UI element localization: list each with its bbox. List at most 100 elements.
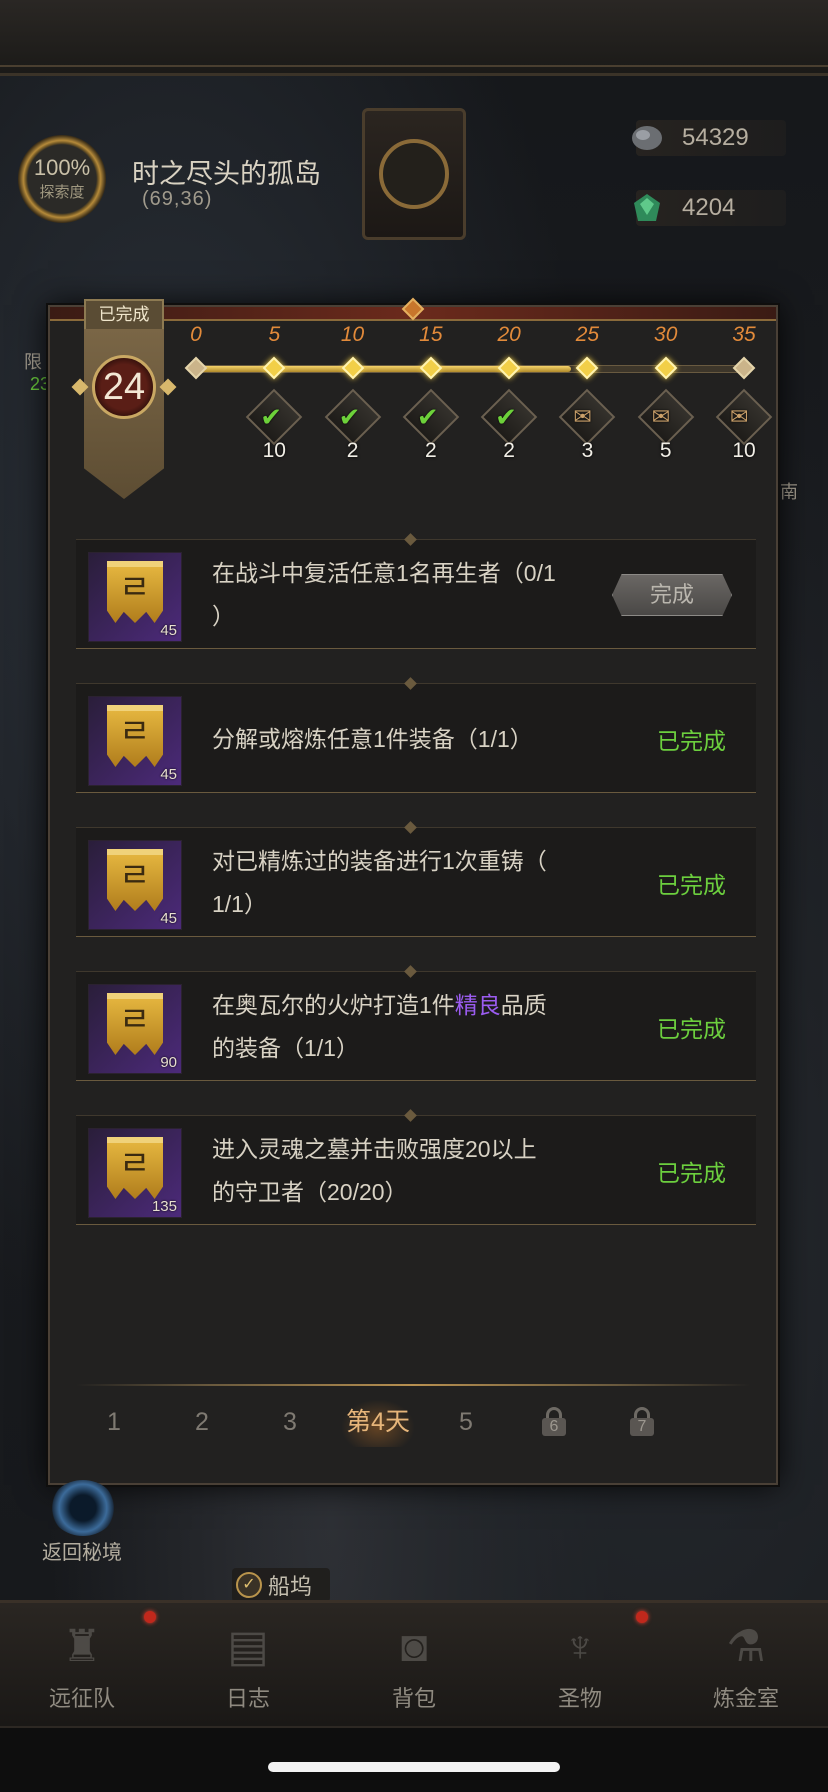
- tab-day-5[interactable]: 5: [426, 1397, 506, 1447]
- task-text-line2: 的守卫者（20/20）: [212, 1179, 408, 1205]
- task-text-line1-end: 品质: [500, 992, 547, 1018]
- task-row: ㄹ 45 对已精炼过的装备进行1次重铸（ 1/1） 已完成: [76, 827, 756, 937]
- reward-count: 5: [659, 439, 672, 462]
- nav-label: 日志: [225, 1686, 270, 1711]
- relic-icon: ♆: [563, 1622, 597, 1671]
- claimed-check-icon: ✔: [495, 402, 517, 432]
- task-text-line1: 对已精炼过的装备进行1次重铸（: [212, 848, 547, 874]
- reward-count: 2: [425, 439, 437, 462]
- rune-icon: ㄹ: [119, 1145, 151, 1183]
- return-portal-label[interactable]: 返回秘境: [42, 1536, 122, 1565]
- nav-alchemy[interactable]: ⚗ 炼金室: [676, 1619, 816, 1719]
- portal-icon[interactable]: [50, 1480, 116, 1536]
- reward-count: 10: [262, 439, 286, 462]
- notification-dot: [144, 1611, 156, 1623]
- task-points: 45: [160, 622, 177, 639]
- nav-label: 圣物: [557, 1686, 602, 1711]
- progress-node: [419, 356, 443, 380]
- claimed-check-icon: ✔: [260, 402, 283, 432]
- task-reward-icon: ㄹ 45: [88, 840, 182, 930]
- side-label-left: 限: [24, 352, 42, 372]
- ore-icon: [632, 126, 662, 150]
- milestone-reward[interactable]: ✉ 5: [637, 388, 694, 463]
- milestone-reward[interactable]: ✉ 3: [559, 388, 616, 463]
- ore-amount: 54329: [682, 124, 749, 151]
- map-title: 时之尽头的孤岛: [132, 159, 321, 189]
- quality-highlight: 精良: [454, 992, 501, 1018]
- dock-button[interactable]: ✓ 船坞: [232, 1568, 331, 1602]
- journal-icon: ▤: [227, 1622, 269, 1671]
- task-status: 已完成: [657, 728, 726, 754]
- claimed-check-icon: ✔: [338, 402, 361, 432]
- milestone-reward[interactable]: ✔ 2: [480, 388, 538, 463]
- progress-node: [576, 356, 599, 380]
- task-status: 已完成: [657, 1160, 726, 1186]
- tab-day-3[interactable]: 3: [250, 1397, 330, 1447]
- progress-tick-label: 30: [654, 323, 678, 346]
- task-row: ㄹ 90 在奥瓦尔的火炉打造1件精良品质 的装备（1/1） 已完成: [76, 971, 756, 1081]
- task-description: 进入灵魂之墓并击败强度20以上 的守卫者（20/20）: [212, 1116, 592, 1226]
- task-status: 已完成: [657, 1016, 726, 1042]
- reward-count: 2: [346, 439, 359, 462]
- rune-icon: ㄹ: [119, 713, 151, 751]
- nav-label: 炼金室: [712, 1686, 779, 1711]
- progress-node: [497, 356, 521, 380]
- nav-relic[interactable]: ♆ 圣物: [510, 1619, 650, 1719]
- side-label-right: 南: [780, 482, 798, 502]
- tab-day-1[interactable]: 1: [74, 1397, 154, 1447]
- progress-tick-label: 5: [268, 323, 281, 346]
- notification-dot: [636, 1611, 648, 1623]
- task-description: 对已精炼过的装备进行1次重铸（ 1/1）: [212, 828, 592, 938]
- task-points: 45: [160, 766, 177, 783]
- ore-resource: 54329: [632, 120, 786, 156]
- task-points: 135: [151, 1198, 177, 1215]
- task-points: 90: [160, 1054, 177, 1071]
- check-icon: ✓: [236, 1572, 262, 1598]
- progress-node: [732, 356, 756, 380]
- claimed-check-icon: ✔: [416, 402, 439, 432]
- progress-tick-label: 15: [419, 323, 443, 346]
- progress-node: [341, 356, 364, 380]
- reward-count: 2: [503, 439, 515, 462]
- task-row: ㄹ 45 分解或熔炼任意1件装备（1/1） 已完成: [76, 683, 756, 793]
- emerald-icon: [634, 194, 660, 221]
- hero-emblem[interactable]: [362, 108, 466, 240]
- exploration-percent: 100%: [33, 154, 91, 180]
- task-reward-icon: ㄹ 90: [88, 984, 182, 1074]
- task-row: ㄹ 45 在战斗中复活任意1名再生者（0/1 ） 完成: [76, 539, 756, 649]
- progress-tick-label: 0: [190, 323, 202, 346]
- task-row: ㄹ 135 进入灵魂之墓并击败强度20以上 的守卫者（20/20） 已完成: [76, 1115, 756, 1225]
- scroll-icon: ✉: [651, 404, 671, 429]
- dock-label: 船坞: [268, 1574, 313, 1599]
- nav-backpack[interactable]: ◙ 背包: [344, 1619, 484, 1719]
- task-description: 在战斗中复活任意1名再生者（0/1 ）: [212, 540, 592, 650]
- home-indicator[interactable]: [268, 1762, 560, 1772]
- complete-button[interactable]: 完成: [612, 574, 732, 616]
- tab-day-4[interactable]: 第4天: [338, 1397, 418, 1447]
- points-banner: 已完成 24: [71, 299, 177, 499]
- milestone-reward[interactable]: ✔ 10: [245, 388, 303, 463]
- task-reward-icon: ㄹ 135: [88, 1128, 182, 1218]
- nav-expedition[interactable]: ♜ 远征队: [12, 1619, 152, 1719]
- reward-count: 10: [732, 439, 756, 462]
- tab-day-6[interactable]: 6: [514, 1397, 594, 1447]
- alchemy-icon: ⚗: [726, 1622, 766, 1671]
- milestone-reward[interactable]: ✔ 2: [402, 388, 460, 463]
- task-text-line1: 进入灵魂之墓并击败强度20以上: [212, 1136, 537, 1162]
- activity-points: 24: [92, 355, 156, 419]
- progress-tick-label: 10: [340, 323, 365, 346]
- progress-node: [184, 356, 208, 380]
- daily-quest-panel: 已完成 24 0 5 10 15 20 25 30 35 ✔ 10 ✔ 2 ✔ 2 ✔ 2 ✉ 3 ✉ 5 ✉ 10 ㄹ …: [48, 297, 778, 1485]
- milestone-reward[interactable]: ✉ 10: [715, 388, 773, 463]
- progress-node: [654, 356, 678, 380]
- milestone-reward[interactable]: ✔ 2: [324, 388, 381, 463]
- task-text-line2: 1/1）: [212, 891, 267, 917]
- nav-journal[interactable]: ▤ 日志: [178, 1619, 318, 1719]
- tab-day-6-label: 6: [542, 1418, 566, 1436]
- exploration-progress-ring[interactable]: 100% 探索度: [18, 135, 106, 223]
- tab-day-7[interactable]: 7: [602, 1397, 682, 1447]
- task-text-line1: 在战斗中复活任意1名再生者（0/1: [212, 560, 556, 586]
- gem-resource: 4204: [634, 190, 786, 226]
- tab-day-2[interactable]: 2: [162, 1397, 242, 1447]
- activity-progress: 0 5 10 15 20 25 30 35 ✔ 10 ✔ 2 ✔ 2 ✔ 2 ✉ 3 ✉ 5 ✉ 10: [184, 317, 773, 477]
